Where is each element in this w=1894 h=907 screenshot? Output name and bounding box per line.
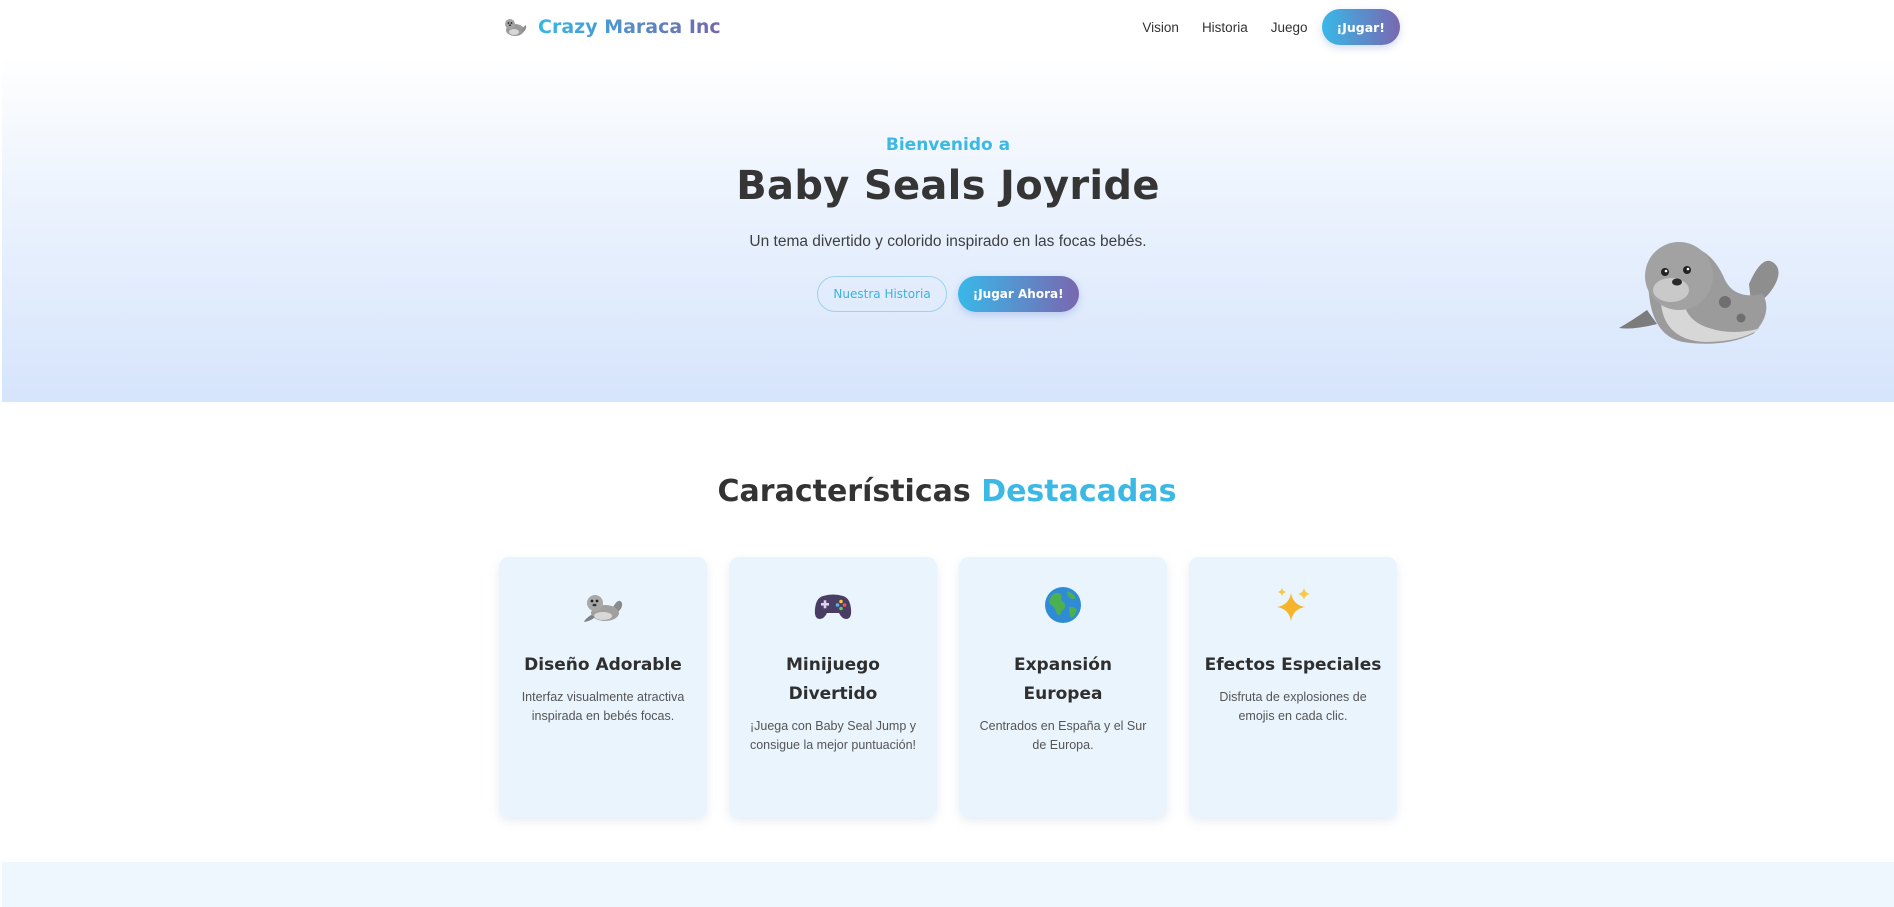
next-section-band [2, 862, 1894, 907]
feature-card-title: Minijuego Divertido [786, 655, 880, 704]
feature-card-title: Efectos Especiales [1204, 655, 1382, 675]
feature-card-description: Interfaz visualmente atractiva inspirada… [521, 690, 685, 723]
brand[interactable]: Crazy Maraca Inc [502, 12, 721, 42]
globe-icon [1045, 587, 1081, 623]
feature-card-minigame: Minijuego Divertido ¡Juega con Baby Seal… [729, 557, 937, 817]
nav-link-vision[interactable]: Vision [1142, 20, 1179, 35]
navbar: Crazy Maraca Inc Vision Historia Juego ¡… [0, 0, 1894, 55]
seal-illustration-icon [1619, 242, 1779, 344]
feature-card-europe: Expansión Europea Centrados en España y … [959, 557, 1167, 817]
feature-card-description: Disfruta de explosiones de emojis en cad… [1219, 690, 1367, 723]
hero-title: Baby Seals Joyride [736, 163, 1160, 209]
nav-link-historia[interactable]: Historia [1202, 20, 1248, 35]
hero-kicker: Bienvenido a [885, 135, 1011, 155]
feature-card-title: Expansión Europea [1013, 655, 1113, 704]
feature-card-description: ¡Juega con Baby Seal Jump y consigue la … [749, 719, 917, 752]
features-title: Características Destacadas [0, 474, 1894, 509]
feature-card-description: Centrados en España y el Sur de Europa. [979, 719, 1147, 752]
feature-card-effects: Efectos Especiales Disfruta de explosion… [1189, 557, 1397, 817]
feature-cards: Diseño Adorable Interfaz visualmente atr… [499, 557, 1398, 817]
feature-card-design: Diseño Adorable Interfaz visualmente atr… [499, 557, 707, 817]
feature-card-title: Diseño Adorable [524, 655, 682, 675]
brand-name: Crazy Maraca Inc [538, 16, 721, 38]
seal-icon [584, 595, 623, 622]
hero-subtitle: Un tema divertido y colorido inspirado e… [749, 233, 1147, 250]
game-controller-icon [814, 594, 852, 619]
sparkles-icon [1277, 588, 1310, 621]
our-story-button[interactable]: Nuestra Historia [817, 276, 947, 312]
nav-link-juego[interactable]: Juego [1271, 20, 1308, 35]
hero-actions: Nuestra Historia ¡Jugar Ahora! [2, 276, 1894, 312]
play-nav-button[interactable]: ¡Jugar! [1321, 9, 1400, 45]
hero-section: Bienvenido a Baby Seals Joyride Un tema … [2, 55, 1894, 402]
play-now-button[interactable]: ¡Jugar Ahora! [957, 276, 1079, 312]
nav-links: Vision Historia Juego ¡Jugar! [1119, 9, 1400, 45]
seal-logo-icon [505, 19, 527, 36]
features-title-accent: Destacadas [981, 474, 1177, 509]
features-title-main: Características [717, 474, 971, 509]
